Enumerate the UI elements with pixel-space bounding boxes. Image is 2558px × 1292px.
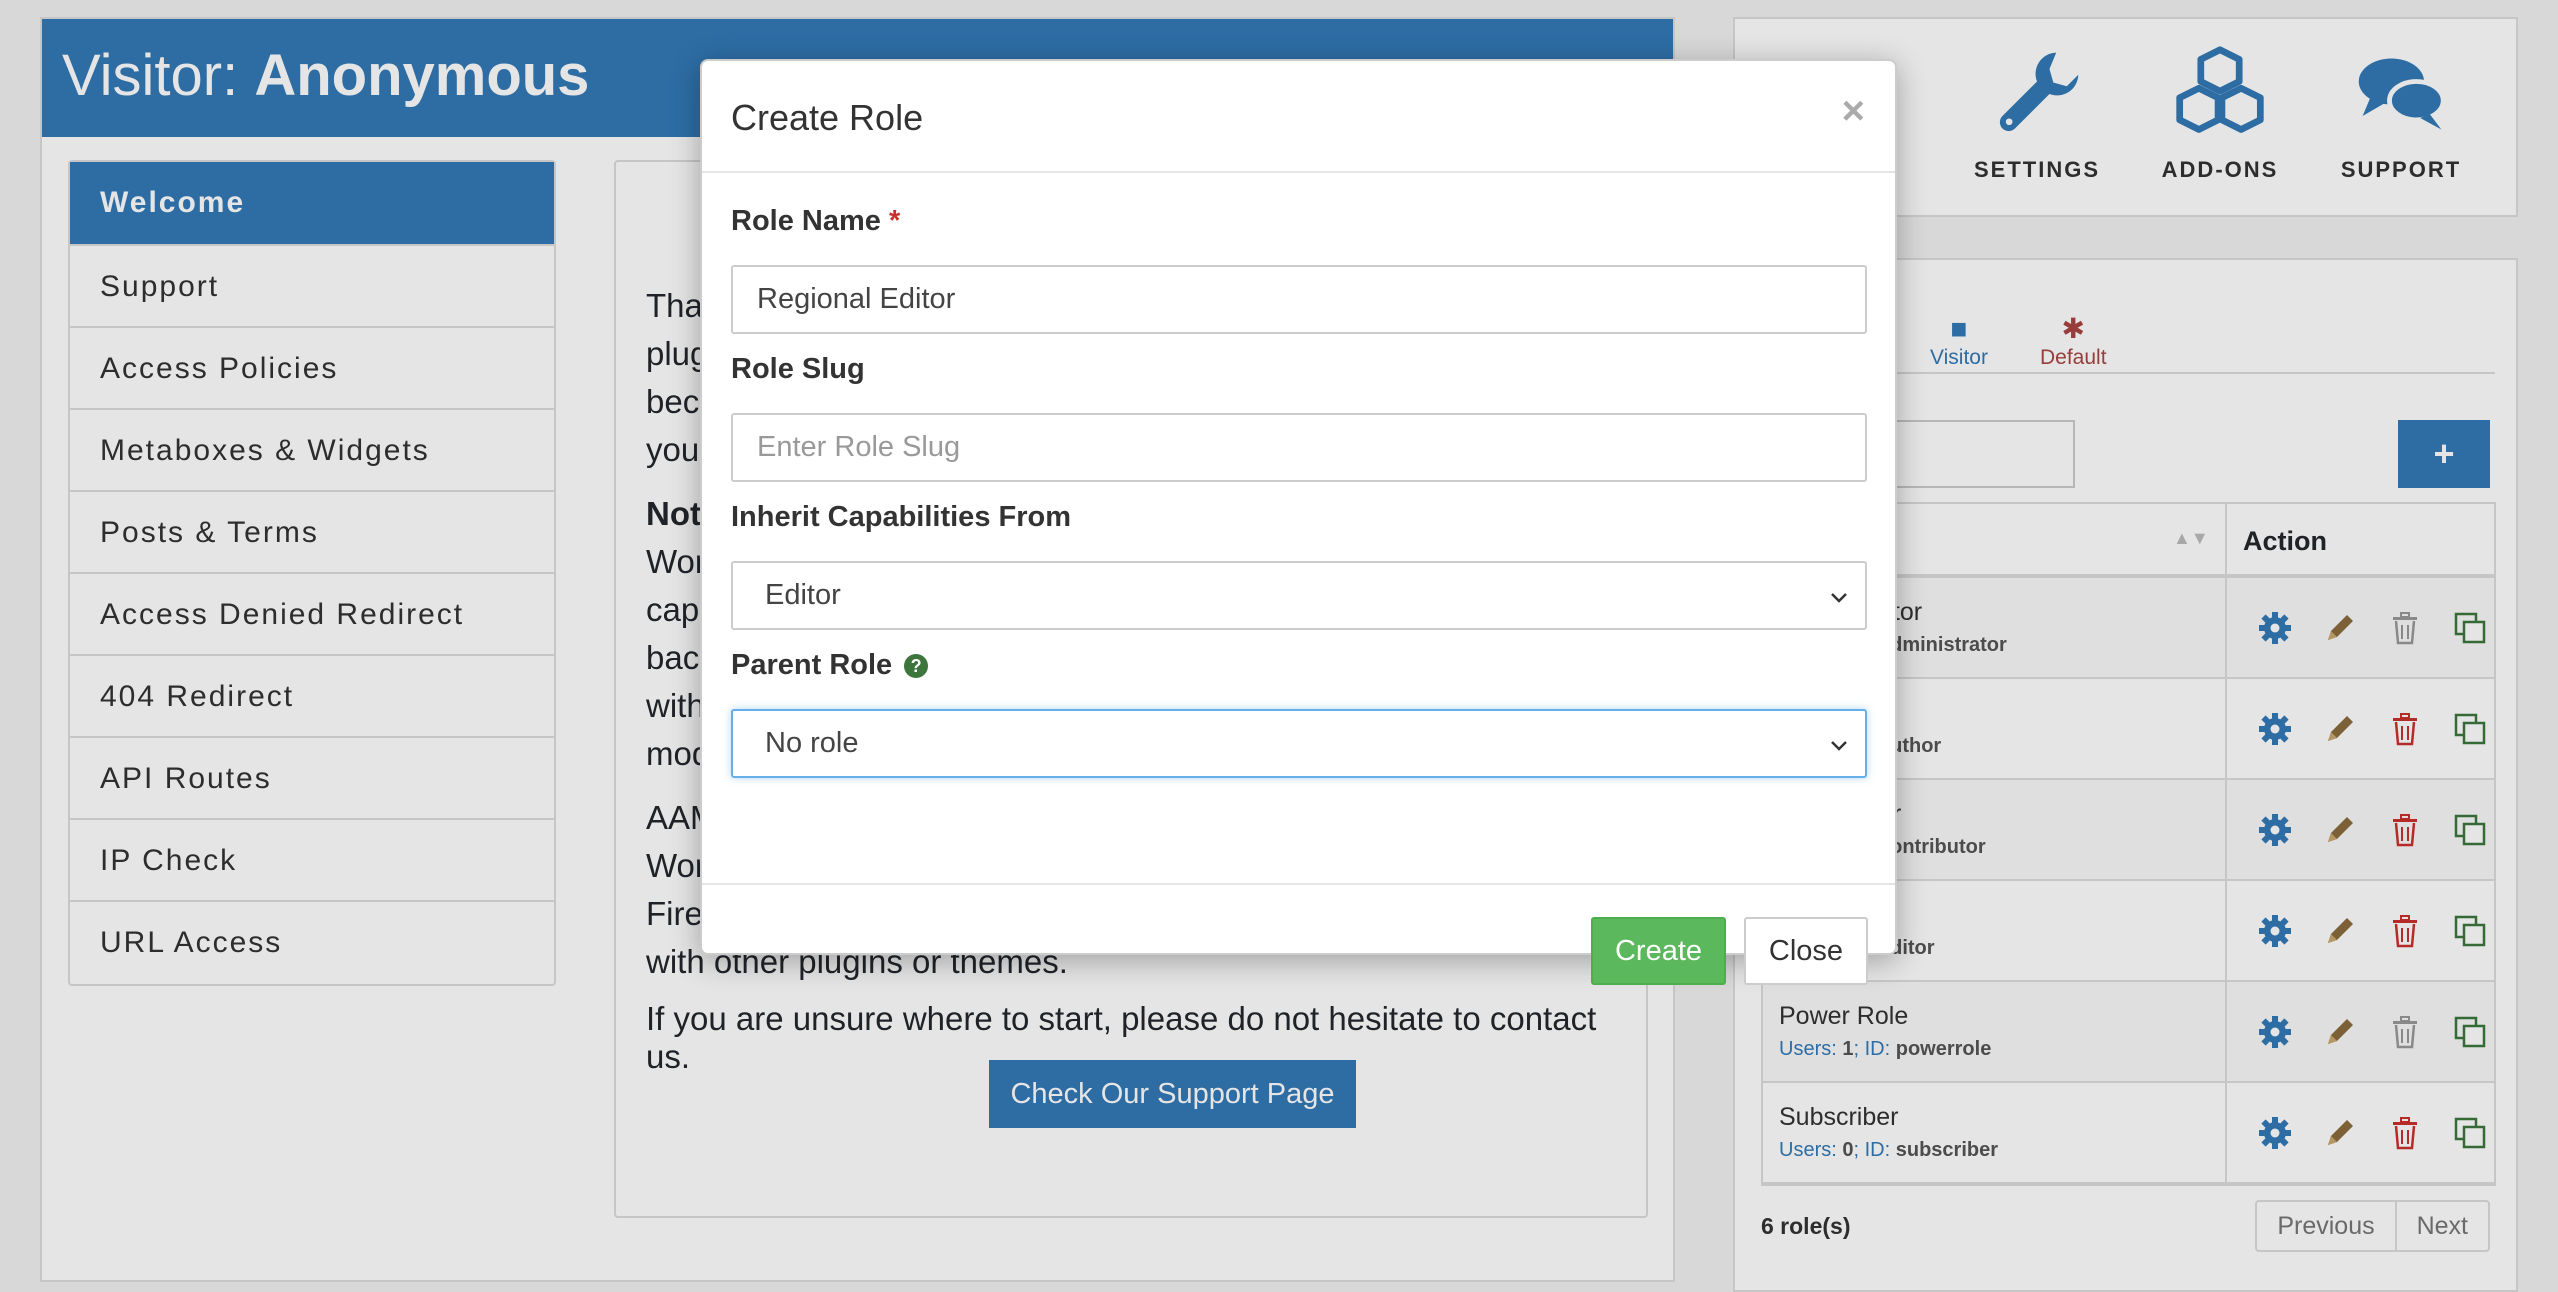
required-mark: * — [888, 205, 901, 237]
role-name-label: Role Name * — [731, 205, 1867, 241]
role-slug-group: Role Slug Enter Role Slug — [731, 353, 1867, 482]
inherit-select[interactable]: Editor — [731, 561, 1867, 630]
help-icon[interactable]: ? — [904, 654, 929, 678]
inherit-label: Inherit Capabilities From — [731, 501, 1071, 533]
parent-role-label: Parent Role? — [731, 649, 1867, 685]
modal-body: Role Name * Regional Editor Role Slug En… — [702, 173, 1895, 885]
create-role-modal: Create Role × Role Name * Regional Edito… — [700, 59, 1897, 985]
role-name-group: Role Name * Regional Editor — [731, 205, 1867, 334]
modal-header: Create Role × — [702, 61, 1895, 173]
role-name-label-text: Role Name — [731, 205, 881, 237]
inherit-group: Inherit Capabilities From Editor — [731, 501, 1867, 630]
close-icon[interactable]: × — [1842, 91, 1865, 131]
inherit-value: Editor — [765, 579, 841, 611]
parent-role-select[interactable]: No role — [731, 709, 1867, 778]
parent-role-value: No role — [765, 727, 859, 759]
role-slug-input[interactable]: Enter Role Slug — [731, 413, 1867, 482]
modal-title: Create Role — [731, 97, 924, 138]
close-button[interactable]: Close — [1744, 917, 1868, 985]
chevron-down-icon — [1831, 593, 1847, 603]
parent-role-label-text: Parent Role — [731, 649, 893, 681]
parent-role-group: Parent Role? No role — [731, 649, 1867, 778]
chevron-down-icon — [1831, 741, 1847, 751]
role-name-input[interactable]: Regional Editor — [731, 265, 1867, 334]
role-slug-label: Role Slug — [731, 353, 865, 385]
create-button[interactable]: Create — [1591, 917, 1726, 985]
modal-footer: Create Close — [702, 885, 1895, 985]
